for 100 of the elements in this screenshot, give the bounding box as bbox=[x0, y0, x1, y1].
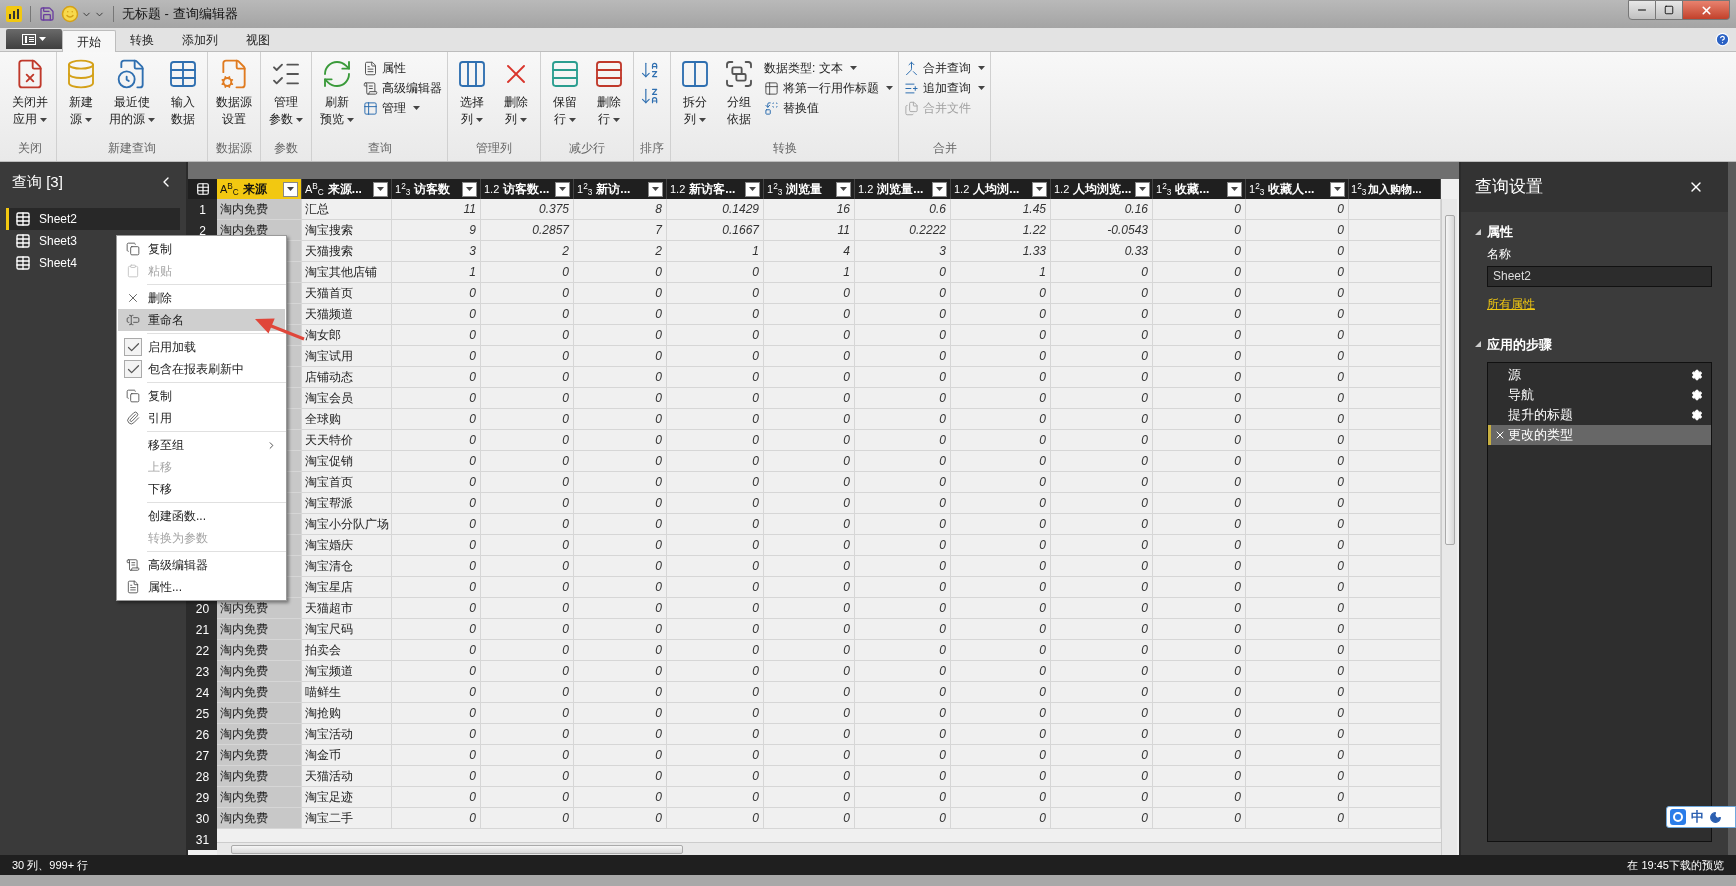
maximize-button[interactable] bbox=[1656, 0, 1683, 20]
help-icon[interactable] bbox=[1715, 32, 1730, 47]
column-filter-button[interactable] bbox=[283, 181, 298, 197]
ime-logo-icon[interactable] bbox=[1670, 809, 1686, 825]
column-filter-button[interactable] bbox=[373, 181, 388, 197]
horizontal-scrollbar[interactable] bbox=[217, 842, 1441, 855]
menu-item[interactable]: 引用 bbox=[118, 407, 285, 429]
ribbon-button[interactable]: 管理 bbox=[361, 98, 444, 118]
menu-item[interactable]: 移至组 bbox=[118, 434, 285, 456]
column-header[interactable]: 1.2 浏览量... bbox=[855, 179, 951, 199]
ribbon-button[interactable]: 数据类型: 文本 bbox=[762, 58, 895, 78]
delete-icon[interactable] bbox=[1494, 429, 1506, 441]
file-menu-button[interactable] bbox=[6, 29, 62, 49]
table-cell: 0 bbox=[951, 598, 1051, 619]
ribbon-tab[interactable]: 开始 bbox=[62, 30, 116, 52]
ribbon-button[interactable]: 删除 行 bbox=[588, 56, 630, 128]
ribbon-button[interactable]: 删除 列 bbox=[495, 56, 537, 128]
ribbon-button[interactable]: 将第一行用作标题 bbox=[762, 78, 895, 98]
column-header[interactable]: 1$^{2}$$_{3}$ 收藏... bbox=[1153, 179, 1246, 199]
ribbon-button[interactable]: 高级编辑器 bbox=[361, 78, 444, 98]
gear-icon[interactable] bbox=[1691, 369, 1703, 381]
table-cell: 0 bbox=[392, 304, 481, 325]
table-icon bbox=[15, 233, 31, 249]
menu-item[interactable]: 复制 bbox=[118, 385, 285, 407]
column-header[interactable]: 1$^{2}$$_{3}$ 新访... bbox=[574, 179, 667, 199]
column-filter-button[interactable] bbox=[1227, 181, 1242, 197]
menu-item[interactable]: 下移 bbox=[118, 478, 285, 500]
menu-item[interactable]: 重命名 bbox=[118, 309, 285, 331]
column-header[interactable]: 1$^{2}$$_{3}$ 浏览量 bbox=[764, 179, 855, 199]
column-filter-button[interactable] bbox=[745, 181, 760, 197]
column-header[interactable]: A$^{B}$$_{C}$ 来源... bbox=[302, 179, 392, 199]
menu-item[interactable]: 属性... bbox=[118, 576, 285, 598]
column-filter-button[interactable] bbox=[1135, 181, 1151, 197]
sort-descending-icon[interactable] bbox=[640, 86, 660, 106]
applied-step[interactable]: 导航 bbox=[1488, 385, 1711, 405]
ribbon-button[interactable]: 刷新 预览 bbox=[315, 56, 359, 128]
table-cell: 0 bbox=[951, 346, 1051, 367]
name-field[interactable]: Sheet2 bbox=[1487, 265, 1712, 287]
column-header[interactable]: 1.2 访客数... bbox=[481, 179, 574, 199]
ribbon-button[interactable]: 关闭并 应用 bbox=[7, 56, 53, 128]
ribbon-button[interactable]: 管理 参数 bbox=[264, 56, 308, 128]
column-filter-button[interactable] bbox=[462, 181, 477, 197]
vertical-scrollbar[interactable] bbox=[1441, 199, 1457, 855]
column-filter-button[interactable] bbox=[648, 181, 663, 197]
menu-item[interactable]: 创建函数... bbox=[118, 505, 285, 527]
gear-icon[interactable] bbox=[1691, 389, 1703, 401]
column-filter-button[interactable] bbox=[836, 181, 851, 197]
applied-step[interactable]: 源 bbox=[1488, 365, 1711, 385]
menu-item[interactable]: 包含在报表刷新中 bbox=[118, 358, 285, 380]
sort-ascending-icon[interactable] bbox=[640, 60, 660, 80]
ribbon-button[interactable]: 拆分 列 bbox=[674, 56, 716, 128]
column-header[interactable]: 1$^{2}$$_{3}$ 访客数 bbox=[392, 179, 481, 199]
ribbon-button[interactable]: 分组 依据 bbox=[718, 56, 760, 128]
query-item[interactable]: Sheet2 bbox=[6, 208, 180, 230]
applied-step[interactable]: 更改的类型 bbox=[1488, 425, 1711, 445]
column-header[interactable]: 1$^{2}$$_{3}$ 加入购物... bbox=[1349, 179, 1441, 199]
ribbon-tab[interactable]: 转换 bbox=[116, 29, 168, 51]
step-label: 提升的标题 bbox=[1508, 406, 1573, 425]
collapse-triangle-icon[interactable] bbox=[1475, 341, 1481, 348]
collapse-triangle-icon[interactable] bbox=[1475, 228, 1481, 235]
ribbon-button[interactable]: 新建 源 bbox=[60, 56, 102, 128]
table-cell: 0 bbox=[951, 535, 1051, 556]
column-header[interactable]: A$^{B}$$_{C}$ 来源 bbox=[217, 179, 302, 199]
column-filter-button[interactable] bbox=[555, 181, 570, 197]
checkbox[interactable] bbox=[124, 360, 142, 378]
menu-item[interactable]: 高级编辑器 bbox=[118, 554, 285, 576]
ribbon-button[interactable]: 选择 列 bbox=[451, 56, 493, 128]
column-filter-button[interactable] bbox=[1330, 181, 1345, 197]
column-header[interactable]: 1.2 人均浏览... bbox=[1051, 179, 1153, 199]
column-filter-button[interactable] bbox=[932, 181, 947, 197]
ribbon-button[interactable]: 追加查询 bbox=[902, 78, 987, 98]
ribbon-button[interactable]: 替换值 bbox=[762, 98, 895, 118]
column-header[interactable]: 1.2 人均浏... bbox=[951, 179, 1051, 199]
checkbox[interactable] bbox=[124, 338, 142, 356]
moon-icon[interactable] bbox=[1709, 810, 1722, 824]
ribbon-button[interactable]: 属性 bbox=[361, 58, 444, 78]
save-icon[interactable] bbox=[39, 6, 55, 22]
applied-step[interactable]: 提升的标题 bbox=[1488, 405, 1711, 425]
table-cell: 0 bbox=[764, 787, 855, 808]
pane-scrollbar[interactable] bbox=[1728, 162, 1736, 855]
close-button[interactable] bbox=[1683, 0, 1730, 20]
table-cell: 11 bbox=[392, 199, 481, 220]
menu-item[interactable]: 复制 bbox=[118, 238, 285, 260]
all-properties-link[interactable]: 所有属性 bbox=[1487, 294, 1535, 313]
gear-icon[interactable] bbox=[1691, 409, 1703, 421]
ribbon-button[interactable]: 合并查询 bbox=[902, 58, 987, 78]
menu-item[interactable]: 删除 bbox=[118, 287, 285, 309]
column-header[interactable]: 1.2 新访客... bbox=[667, 179, 764, 199]
menu-item[interactable]: 启用加载 bbox=[118, 336, 285, 358]
ribbon-button[interactable]: 最近使 用的源 bbox=[104, 56, 160, 128]
column-header[interactable]: 1$^{2}$$_{3}$ 收藏人... bbox=[1246, 179, 1349, 199]
ribbon-button[interactable]: 保留 行 bbox=[544, 56, 586, 128]
table-menu-icon[interactable] bbox=[195, 182, 210, 196]
ribbon-tab[interactable]: 视图 bbox=[232, 29, 284, 51]
ribbon-tab[interactable]: 添加列 bbox=[168, 29, 232, 51]
column-filter-button[interactable] bbox=[1032, 181, 1047, 197]
input-mode-label[interactable]: 中 bbox=[1691, 807, 1704, 827]
ribbon-button[interactable]: 输入 数据 bbox=[162, 56, 204, 128]
minimize-button[interactable] bbox=[1628, 0, 1656, 20]
ribbon-button[interactable]: 数据源 设置 bbox=[211, 56, 257, 128]
